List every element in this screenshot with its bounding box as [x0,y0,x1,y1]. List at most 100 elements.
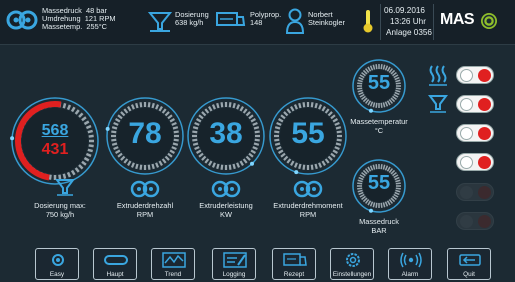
gauge-tick [201,155,207,161]
toggle-6-disabled [456,212,494,230]
gauge-marker [368,208,373,213]
logging-button[interactable]: Logging [212,248,256,280]
alarm-button[interactable]: Alarm [388,248,432,280]
gauge-tick [158,160,163,167]
toggle-5-disabled [456,183,494,201]
gauge-tick [330,152,336,158]
gauge-tick [384,65,389,71]
gauge-tick [74,167,80,173]
gauge-tick [135,102,139,109]
gauge-tick [62,103,67,109]
gauge-tick [372,164,376,170]
mass-pressure-label-line2: BAR [371,225,387,235]
alarm-label: Alarm [401,271,419,278]
einstellungen-button[interactable]: Einstellungen [330,248,374,280]
gauge-tick [127,160,132,167]
temp-readout: Massetemp. 255°C [42,22,107,31]
gauge-tick [390,97,396,103]
toggle-4[interactable] [456,153,494,171]
logging-icon [223,252,247,268]
gauge-tick [298,163,302,170]
dosing-label-line2: 750 kg/h [45,209,75,219]
mass-pressure-label: Massedruck BAR [336,217,422,235]
gauge-tick [155,162,160,168]
toggle-indicator [478,215,491,228]
gauge-tick [216,102,220,109]
gauge-tick [372,64,376,70]
trend-label: Trend [164,271,182,278]
gauge-tick [78,112,84,118]
gauge-marker [250,161,255,166]
gauge-tick [362,97,368,103]
gauge-tick [220,102,224,108]
torque-gauge-label: Extruderdrehmoment RPM [258,201,358,219]
mass-pressure-value: 55 [367,172,391,194]
gauge-tick [382,202,386,208]
toggle-indicator [478,156,491,169]
gauge-tick [361,95,366,101]
gauge-tick [380,64,383,70]
gauge-tick [293,162,298,168]
quit-button[interactable]: Quit [447,248,491,280]
gauge-tick [70,106,76,113]
toggle-3[interactable] [456,124,494,142]
gauge-tick [384,101,389,107]
mass-temp-label-line2: °C [374,125,384,135]
mass-temp-label: Massetemperatur °C [336,117,422,135]
logging-label: Logging [222,271,246,278]
temp-value: 255°C [86,22,107,31]
gauge-tick [361,195,366,201]
gauge-tick [364,99,370,104]
gauge-tick [120,111,126,117]
haupt-label: Haupt [106,271,124,278]
dosing-max-value: 431 [41,141,69,158]
gauge-tick [161,108,167,114]
gauge-tick [367,66,372,72]
gauge-tick [392,95,397,101]
status-header: Massedruck 48 bar Umdrehung 121 RPM Mass… [0,0,515,45]
extruder-icon [293,180,323,198]
gauge-tick [228,164,232,170]
easy-icon [52,254,64,266]
gauge-tick [216,163,220,170]
haupt-button[interactable]: Haupt [93,248,137,280]
funnel-icon [55,179,75,196]
gauge-tick [81,116,87,122]
gauge-tick [151,102,155,109]
gauge-tick [367,166,372,172]
machine-id: Anlage 0356 [386,28,432,37]
gauge-tick [327,155,333,161]
gauge-tick [380,102,383,108]
gauge-tick [139,164,143,170]
gauge-tick [70,169,76,176]
gauge-tick [293,104,298,110]
gauge-tick [130,104,135,110]
gauge-tick [280,152,286,158]
gauge-tick [314,163,318,170]
gauge-tick [74,109,80,115]
gauge-tick [117,152,123,158]
header-divider [433,4,434,40]
heating-toggle[interactable] [456,66,494,84]
toggle-knob [460,98,473,111]
rezept-button[interactable]: Rezept [272,248,316,280]
gauge-tick [388,199,394,204]
thermometer-icon [363,10,373,33]
gauge-tick [382,64,386,70]
gauge-tick [369,101,374,107]
easy-button[interactable]: Easy [35,248,79,280]
toggle-knob [460,69,473,82]
date: 06.09.2016 [384,6,425,15]
gauge-tick [123,108,129,114]
gauge-tick [147,164,151,170]
gauge-tick [375,102,378,108]
gauge-tick [232,102,236,109]
gauge-tick [375,64,378,70]
gauge-tick [208,160,213,167]
gauge-tick [367,100,372,106]
trend-button[interactable]: Trend [151,248,195,280]
toggle-indicator [478,98,491,111]
gauge-tick [242,158,248,164]
gauge-tick [392,195,397,201]
dosing-toggle[interactable] [456,95,494,113]
